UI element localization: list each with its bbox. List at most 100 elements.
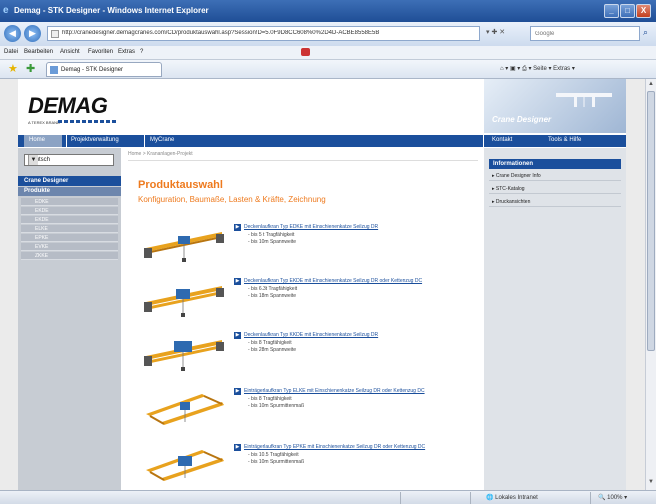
status-separator: [470, 492, 471, 504]
sidebar-item-ekde[interactable]: EKDE: [21, 207, 118, 215]
product-item: ▶ Deckenlaufkran Typ EKDE mit Einschiene…: [122, 274, 483, 318]
link-druckansichten[interactable]: ▸ Druckansichten: [489, 197, 621, 207]
favorites-star-icon[interactable]: ★: [8, 62, 18, 75]
browser-tab[interactable]: Demag - STK Designer: [46, 62, 162, 77]
left-sidebar: Deutsch ▼ Crane Designer Produkte EDKE E…: [18, 148, 121, 490]
crane-image[interactable]: [142, 332, 226, 372]
menu-bar: Datei Bearbeiten Ansicht Favoriten Extra…: [0, 46, 656, 60]
sidebar-item-evke[interactable]: EVKE: [21, 243, 118, 251]
vertical-scrollbar[interactable]: ▲ ▼: [645, 79, 656, 490]
product-spec: - bis 18m Spannweite: [248, 293, 297, 299]
search-icon[interactable]: ⌕: [643, 27, 648, 38]
tab-label: Demag - STK Designer: [61, 67, 124, 73]
link-stc-katalog[interactable]: ▸ STC-Katalog: [489, 184, 621, 194]
link-label: STC-Katalog: [495, 186, 525, 192]
link-crane-designer-info[interactable]: ▸ Crane Designer Info: [489, 171, 621, 181]
nav-home[interactable]: Home: [24, 135, 62, 147]
chevron-down-icon[interactable]: ▼: [28, 155, 38, 165]
sidebar-item-elke[interactable]: ELKE: [21, 225, 118, 233]
banner-title: Crane Designer: [492, 115, 552, 124]
search-input[interactable]: [531, 27, 639, 40]
forward-button[interactable]: ▶: [24, 25, 41, 42]
command-bar[interactable]: ⌂ ▾ ▣ ▾ ⎙ ▾ Seite ▾ Extras ▾: [500, 65, 575, 73]
maximize-button[interactable]: □: [620, 4, 635, 18]
product-spec: - bis 10.5 Tragfähigkeit: [248, 452, 299, 458]
product-spec: - bis 5 t Tragfähigkeit: [248, 232, 295, 238]
url-field[interactable]: http://cranedesigner.demagcranes.com/CD/…: [47, 26, 480, 41]
product-link[interactable]: Einträgerlaufkran Typ EPKE mit Einschien…: [244, 444, 425, 450]
sidebar-header[interactable]: Crane Designer: [18, 176, 121, 186]
back-button[interactable]: ◀: [4, 25, 21, 42]
scrollbar-thumb[interactable]: [647, 91, 655, 351]
nav-separator: [66, 135, 67, 147]
tab-page-icon: [50, 66, 58, 74]
page-subtitle: Konfiguration, Baumaße, Lasten & Kräfte,…: [138, 195, 326, 204]
product-item: ▶ Einträgerlaufkran Typ ELKE mit Einschi…: [122, 384, 483, 428]
nav-tools-hilfe[interactable]: Tools & Hilfe: [548, 137, 581, 143]
product-arrow-icon[interactable]: ▶: [234, 332, 241, 339]
favorites-bar: ★ ✚ Demag - STK Designer ⌂ ▾ ▣ ▾ ⎙ ▾ Sei…: [0, 60, 656, 79]
close-button[interactable]: X: [636, 4, 651, 18]
scroll-down-icon[interactable]: ▼: [648, 479, 654, 485]
nav-mycrane[interactable]: MyCrane: [150, 137, 174, 143]
zoom-level[interactable]: 🔍 100% ▾: [598, 494, 627, 501]
menu-bearbeiten[interactable]: Bearbeiten: [24, 49, 53, 55]
web-page: DEMAG A TEREX BRAND Crane Designer Home …: [18, 79, 626, 490]
product-arrow-icon[interactable]: ▶: [234, 224, 241, 231]
demag-logo[interactable]: DEMAG: [28, 93, 108, 119]
menu-help[interactable]: ?: [140, 49, 143, 55]
product-link[interactable]: Deckenlaufkran Typ KKDE mit Einschienenk…: [244, 332, 378, 338]
address-bar: ◀ ▶ http://cranedesigner.demagcranes.com…: [0, 22, 656, 46]
product-spec: - bis 6.3t Tragfähigkeit: [248, 286, 298, 292]
zoom-value: 100%: [607, 495, 623, 501]
crane-image[interactable]: [142, 444, 226, 484]
search-box[interactable]: [530, 26, 640, 41]
product-arrow-icon[interactable]: ▶: [234, 278, 241, 285]
internet-explorer-icon: e: [3, 5, 9, 16]
page-title: Produktauswahl: [138, 179, 223, 191]
utility-navigation: Kontakt Tools & Hilfe: [484, 135, 626, 147]
security-zone[interactable]: 🌐 Lokales Intranet: [486, 494, 538, 501]
sidebar-item-epke[interactable]: EPKE: [21, 234, 118, 242]
crane-image[interactable]: [142, 224, 226, 264]
header-logo-area: DEMAG A TEREX BRAND: [18, 79, 483, 133]
link-label: Crane Designer Info: [495, 173, 541, 179]
product-link[interactable]: Deckenlaufkran Typ EDKE mit Einschienenk…: [244, 224, 378, 230]
window-title-bar: e Demag - STK Designer - Windows Interne…: [0, 0, 656, 22]
main-navigation: Home Projektverwaltung MyCrane: [18, 135, 483, 147]
product-arrow-icon[interactable]: ▶: [234, 444, 241, 451]
product-spec: - bis 10m Spurmittenmaß: [248, 459, 305, 465]
status-separator: [590, 492, 591, 504]
scroll-up-icon[interactable]: ▲: [648, 81, 654, 87]
sidebar-subheader[interactable]: Produkte: [18, 187, 121, 196]
menu-ansicht[interactable]: Ansicht: [60, 49, 80, 55]
minimize-button[interactable]: _: [604, 4, 619, 18]
language-select[interactable]: Deutsch ▼: [24, 154, 114, 166]
toolbar-icon[interactable]: [301, 48, 310, 56]
window-title: Demag - STK Designer - Windows Internet …: [14, 6, 209, 15]
sidebar-item-zkke[interactable]: ZKKE: [21, 252, 118, 260]
crane-image[interactable]: [142, 388, 226, 428]
breadcrumb-divider: [128, 160, 478, 161]
breadcrumb[interactable]: Home > Krananlagen-Projekt: [128, 151, 193, 157]
product-link[interactable]: Deckenlaufkran Typ EKDE mit Einschienenk…: [244, 278, 422, 284]
product-spec: - bis 10m Spannweite: [248, 239, 297, 245]
product-item: ▶ Deckenlaufkran Typ EDKE mit Einschiene…: [122, 220, 483, 264]
product-spec: - bis 8 Tragfähigkeit: [248, 396, 292, 402]
nav-projektverwaltung[interactable]: Projektverwaltung: [71, 137, 119, 143]
sidebar-item-ekde-2[interactable]: EKDE: [21, 216, 118, 224]
logo-stripe: [58, 120, 118, 123]
product-arrow-icon[interactable]: ▶: [234, 388, 241, 395]
menu-favoriten[interactable]: Favoriten: [88, 49, 113, 55]
menu-datei[interactable]: Datei: [4, 49, 18, 55]
nav-kontakt[interactable]: Kontakt: [492, 137, 512, 143]
menu-extras[interactable]: Extras: [118, 49, 135, 55]
product-spec: - bis 28m Spannweite: [248, 347, 297, 353]
nav-separator: [144, 135, 145, 147]
address-tools[interactable]: ▾ ✚ ✕: [486, 28, 505, 36]
crane-image[interactable]: [142, 278, 226, 318]
sidebar-item-edke[interactable]: EDKE: [21, 198, 118, 206]
product-link[interactable]: Einträgerlaufkran Typ ELKE mit Einschien…: [244, 388, 425, 394]
status-separator: [400, 492, 401, 504]
add-favorite-icon[interactable]: ✚: [26, 62, 35, 75]
